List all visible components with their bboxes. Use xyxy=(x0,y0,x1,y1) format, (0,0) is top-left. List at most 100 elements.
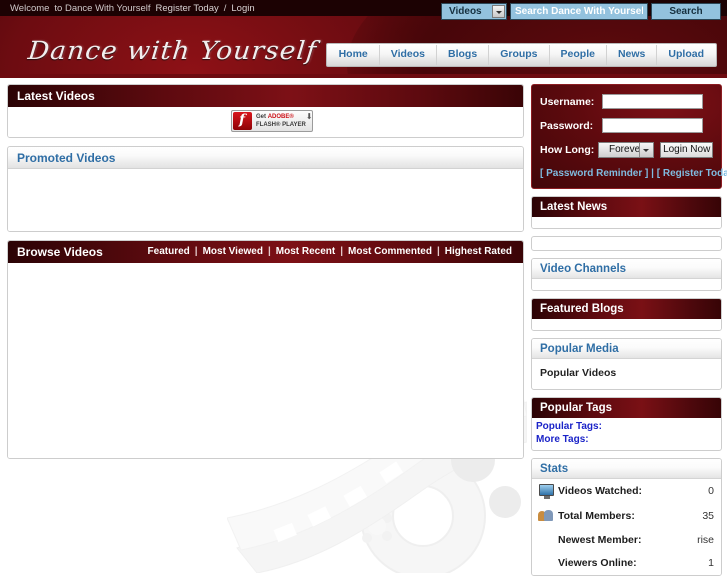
site-logo[interactable]: Dance with Yourself xyxy=(27,36,319,65)
featured-blogs-panel: Featured Blogs xyxy=(531,298,722,331)
latest-videos-title: Latest Videos xyxy=(8,85,523,107)
stat-label: Viewers Online: xyxy=(558,557,637,569)
how-long-row: How Long: Forever Login Now xyxy=(540,142,713,158)
featured-blogs-body xyxy=(532,319,721,330)
stat-label: Total Members: xyxy=(558,510,635,522)
topbar-separator: / xyxy=(223,3,227,14)
register-today-sidebar-link[interactable]: [ Register Today ] xyxy=(657,168,727,179)
stat-label: Newest Member: xyxy=(558,534,642,546)
popular-media-body: Popular Videos xyxy=(532,359,721,389)
stat-row-newest-member: Newest Member: rise xyxy=(532,529,721,552)
promoted-videos-title: Promoted Videos xyxy=(8,147,523,169)
flash-adobe-label: ADOBE® xyxy=(267,114,294,120)
sidebar-empty-bar xyxy=(531,236,722,251)
login-now-button[interactable]: Login Now xyxy=(660,142,713,158)
tab-most-commented[interactable]: Most Commented xyxy=(343,241,437,263)
nav-item-groups[interactable]: Groups xyxy=(489,45,550,65)
username-input[interactable] xyxy=(602,94,703,109)
popular-tags-title: Popular Tags xyxy=(532,398,721,418)
search-category-label: Videos xyxy=(449,6,482,17)
login-links-separator: | xyxy=(651,168,654,179)
stat-row-videos-watched: Videos Watched: 0 xyxy=(532,479,721,504)
latest-videos-panel: Latest Videos Get ADOBE® FLASH® PLAYER ⬇ xyxy=(7,84,524,138)
password-reminder-link[interactable]: [ Password Reminder ] xyxy=(540,168,648,179)
search-category-select[interactable]: Videos xyxy=(441,3,507,20)
nav-item-news[interactable]: News xyxy=(607,45,658,65)
latest-news-body xyxy=(532,217,721,228)
login-helper-links: [ Password Reminder ] | [ Register Today… xyxy=(540,168,727,179)
people-icon xyxy=(538,509,556,523)
video-channels-title: Video Channels xyxy=(532,259,721,279)
stats-panel: Stats Videos Watched: 0 Total Members: 3… xyxy=(531,458,722,576)
popular-media-title: Popular Media xyxy=(532,339,721,359)
register-today-link[interactable]: Register Today xyxy=(156,3,219,14)
flash-player-label: FLASH® PLAYER xyxy=(256,122,306,128)
nav-item-home[interactable]: Home xyxy=(328,45,380,65)
promoted-videos-body xyxy=(8,169,523,231)
search-button[interactable]: Search xyxy=(651,3,721,20)
main-content-column: Latest Videos Get ADOBE® FLASH® PLAYER ⬇… xyxy=(7,84,524,467)
stat-label: Videos Watched: xyxy=(558,485,643,497)
password-input[interactable] xyxy=(602,118,703,133)
username-label: Username: xyxy=(540,95,595,108)
stat-value: rise xyxy=(697,534,714,546)
site-header: Welcome to Dance With Yourself Register To… xyxy=(0,0,727,78)
popular-tags-panel: Popular Tags Popular Tags: More Tags: xyxy=(531,397,722,451)
page-body: Latest Videos Get ADOBE® FLASH® PLAYER ⬇… xyxy=(0,78,727,576)
browse-videos-body xyxy=(8,263,523,458)
featured-blogs-title: Featured Blogs xyxy=(532,299,721,319)
download-arrow-icon: ⬇ xyxy=(305,112,313,121)
latest-news-panel: Latest News xyxy=(531,196,722,229)
login-box: Username: Password: How Long: Forever Lo… xyxy=(531,84,727,189)
nav-item-blogs[interactable]: Blogs xyxy=(437,45,490,65)
how-long-label: How Long: xyxy=(540,144,595,156)
video-channels-body xyxy=(532,279,721,290)
stat-value: 35 xyxy=(702,510,714,522)
browse-videos-header: Browse Videos Featured | Most Viewed | M… xyxy=(8,241,523,263)
welcome-text: Welcome xyxy=(10,3,50,14)
sidebar-column: Username: Password: How Long: Forever Lo… xyxy=(531,84,727,583)
login-link[interactable]: Login xyxy=(231,3,254,14)
latest-news-title: Latest News xyxy=(532,197,721,217)
browse-videos-panel: Browse Videos Featured | Most Viewed | M… xyxy=(7,240,524,459)
get-adobe-flash-player-badge[interactable]: Get ADOBE® FLASH® PLAYER ⬇ xyxy=(231,110,313,132)
popular-media-panel: Popular Media Popular Videos xyxy=(531,338,722,390)
video-channels-panel: Video Channels xyxy=(531,258,722,291)
popular-tags-body: Popular Tags: More Tags: xyxy=(532,418,721,450)
tab-highest-rated[interactable]: Highest Rated xyxy=(440,241,517,263)
search-input[interactable] xyxy=(510,3,648,20)
browse-videos-title: Browse Videos xyxy=(17,245,103,259)
how-long-select[interactable]: Forever xyxy=(598,142,655,158)
search-bar: Videos Search xyxy=(441,3,721,20)
chevron-down-icon[interactable] xyxy=(492,5,505,18)
nav-item-videos[interactable]: Videos xyxy=(380,45,438,65)
stats-body: Videos Watched: 0 Total Members: 35 Newe… xyxy=(532,479,721,575)
chevron-down-icon[interactable] xyxy=(639,143,654,157)
header-bottom-accent xyxy=(0,74,727,78)
flash-get-label: Get xyxy=(256,114,267,120)
tab-most-recent[interactable]: Most Recent xyxy=(271,241,340,263)
latest-videos-body: Get ADOBE® FLASH® PLAYER ⬇ xyxy=(8,107,523,137)
flash-logo-icon xyxy=(233,112,252,130)
password-label: Password: xyxy=(540,119,594,132)
popular-videos-link[interactable]: Popular Videos xyxy=(540,367,616,379)
how-long-value: Forever xyxy=(609,144,644,155)
promoted-videos-panel: Promoted Videos xyxy=(7,146,524,232)
stat-value: 1 xyxy=(708,557,714,569)
stat-row-total-members: Total Members: 35 xyxy=(532,504,721,529)
tab-most-viewed[interactable]: Most Viewed xyxy=(198,241,268,263)
password-row: Password: xyxy=(540,118,713,133)
nav-item-upload[interactable]: Upload xyxy=(657,45,715,65)
site-name-text: to Dance With Yourself xyxy=(54,3,151,14)
monitor-icon xyxy=(538,484,556,499)
tab-featured[interactable]: Featured xyxy=(143,241,195,263)
stats-title: Stats xyxy=(532,459,721,479)
more-tags-link[interactable]: More Tags: xyxy=(536,433,721,446)
nav-item-people[interactable]: People xyxy=(550,45,607,65)
stat-row-viewers-online: Viewers Online: 1 xyxy=(532,552,721,575)
browse-videos-tabs: Featured | Most Viewed | Most Recent | M… xyxy=(143,241,517,263)
popular-tags-link[interactable]: Popular Tags: xyxy=(536,420,721,433)
username-row: Username: xyxy=(540,94,713,109)
stat-value: 0 xyxy=(708,485,714,497)
main-navigation: Home Videos Blogs Groups People News Upl… xyxy=(325,43,717,67)
